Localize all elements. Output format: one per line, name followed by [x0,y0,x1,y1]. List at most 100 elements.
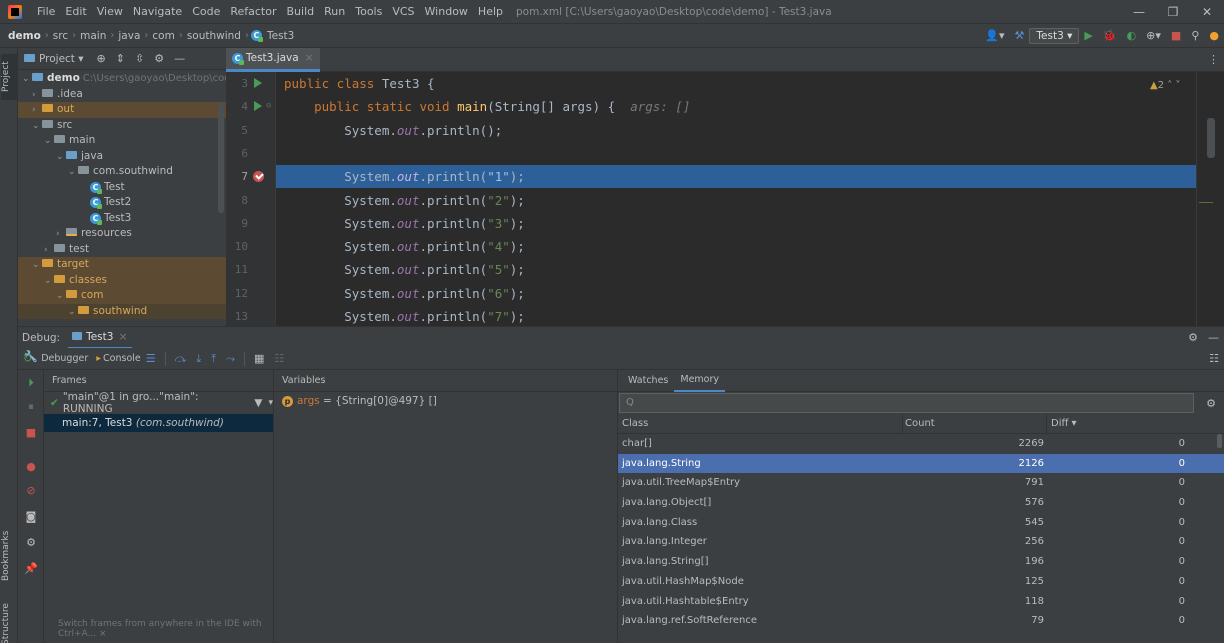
tree-item-out[interactable]: › out [18,102,226,118]
table-row[interactable]: java.lang.Class 545 0 [618,513,1224,533]
tree-item-demo[interactable]: ⌄ demo C:\Users\gaoyao\Desktop\cod [18,71,226,87]
menu-help[interactable]: Help [473,5,508,18]
tree-item-test-folder[interactable]: › test [18,242,226,258]
run-configuration-select[interactable]: Test3 ▾ [1029,27,1080,44]
project-side-tab[interactable]: Project [1,54,17,100]
table-row[interactable]: java.lang.Object[] 576 0 [618,493,1224,513]
menu-build[interactable]: Build [282,5,320,18]
warnings-indicator[interactable]: ▲2 ˄ ˅ [1150,80,1180,91]
table-row[interactable]: char[] 2269 0 [618,434,1224,454]
column-class[interactable]: Class [622,413,648,434]
menu-edit[interactable]: Edit [60,5,91,18]
tab-watches[interactable]: Watches [622,370,674,391]
tab-console[interactable]: ▸ Console [96,353,141,364]
editor-tab-test3[interactable]: C Test3.java × [226,47,320,72]
tab-debugger[interactable]: Debugger [41,353,88,364]
menu-navigate[interactable]: Navigate [128,5,187,18]
variable-row[interactable]: p args = {String[0]@497} [] [274,392,617,410]
gear-icon[interactable]: ⚙ [1183,331,1203,344]
tree-item-java[interactable]: ⌄ java [18,149,226,165]
tab-memory[interactable]: Memory [674,370,726,392]
profile-icon[interactable]: ⊕▾ [1141,29,1166,42]
menu-refactor[interactable]: Refactor [225,5,281,18]
structure-side-tab[interactable]: Structure [1,596,17,643]
tree-item-test2[interactable]: C Test2 [18,195,226,211]
camera-icon[interactable]: ◙ [24,510,38,523]
tree-item-resources[interactable]: › resources [18,226,226,242]
table-row[interactable]: java.util.Hashtable$Entry 118 0 [618,592,1224,612]
menu-view[interactable]: View [92,5,128,18]
run-to-cursor-icon[interactable]: ⤳ [221,352,240,366]
breadcrumb-southwind[interactable]: southwind [185,30,243,42]
view-breakpoints-icon[interactable]: ● [24,460,38,473]
layout-icon[interactable]: ☰ [141,352,161,365]
filter-icon[interactable]: ▼ [254,397,262,409]
table-row[interactable]: java.lang.ref.SoftReference 79 0 [618,611,1224,631]
settings-icon[interactable]: ⚙ [24,536,38,549]
tree-item-com-southwind[interactable]: ⌄ com.southwind [18,164,226,180]
chevron-down-icon[interactable]: ▾ [268,398,273,408]
close-tab-icon[interactable]: × [305,52,314,64]
tree-item-classes[interactable]: ⌄ classes [18,272,226,288]
hide-icon[interactable]: — [1203,331,1224,344]
breadcrumb-java[interactable]: java [116,30,142,42]
tree-item-com[interactable]: ⌄ com [18,288,226,304]
tree-item-southwind[interactable]: ⌄ southwind [18,303,226,319]
pin-icon[interactable]: 📌 [24,562,38,575]
debug-session-tab[interactable]: Test3 × [68,327,132,349]
run-gutter-icon[interactable] [254,78,262,88]
frame-row[interactable]: main:7, Test3 (com.southwind) [44,414,273,432]
table-row[interactable]: java.lang.Integer 256 0 [618,532,1224,552]
table-row[interactable]: java.lang.String 2126 0 [618,453,1224,474]
menu-window[interactable]: Window [420,5,473,18]
update-icon[interactable]: ● [1204,29,1224,42]
memory-scrollbar[interactable] [1217,434,1222,448]
column-diff[interactable]: Diff ▾ [1046,413,1077,434]
tree-item-test3[interactable]: C Test3 [18,211,226,227]
menu-run[interactable]: Run [319,5,350,18]
resume-icon[interactable]: ⏵ [24,376,38,390]
column-count[interactable]: Count [902,413,935,434]
collapse-all-icon[interactable]: ⇳ [130,52,149,65]
pause-icon[interactable]: ⏸ [24,400,38,414]
step-out-icon[interactable]: ⤒ [206,352,221,366]
editor-gutter[interactable]: 3 4 ⊖ 5 6 7 8 9 10 11 12 13 [226,72,276,326]
mute-breakpoints-icon[interactable]: ⊘ [24,484,38,497]
gear-icon[interactable]: ⚙ [149,52,169,65]
memory-settings-icon[interactable]: ⚙ [1206,397,1216,410]
project-view-select[interactable]: Project ▾ [39,53,84,65]
table-row[interactable]: java.util.TreeMap$Entry 791 0 [618,473,1224,493]
memory-search-input[interactable]: Q [619,393,1194,413]
minimize-icon[interactable]: — [1122,5,1156,19]
code-editor[interactable]: public class Test3 { public static void … [276,72,1196,326]
breadcrumb-com[interactable]: com [150,30,176,42]
coverage-icon[interactable]: ◐ [1122,29,1142,42]
step-into-icon[interactable]: ⤓ [191,352,206,366]
menu-vcs[interactable]: VCS [387,5,419,18]
stop-icon[interactable]: ■ [24,426,38,439]
tree-item-target[interactable]: ⌄ target [18,257,226,273]
breadcrumb-test3[interactable]: Test3 [265,30,296,42]
trace-icon[interactable]: ☷ [269,352,289,365]
table-row[interactable]: java.util.HashMap$Node 125 0 [618,572,1224,592]
breadcrumb-demo[interactable]: demo [6,30,43,42]
table-row[interactable]: java.lang.String[] 196 0 [618,552,1224,572]
user-icon[interactable]: 👤▾ [980,29,1009,42]
debug-icon[interactable]: 🐞 [1098,29,1122,42]
restore-icon[interactable]: ❐ [1156,5,1190,19]
tree-item-idea[interactable]: › .idea [18,87,226,103]
wrench-icon[interactable]: 🔧 [24,350,38,363]
more-icon[interactable]: ⋮ [1203,53,1224,66]
editor-scrollbar[interactable] [1196,72,1224,326]
restore-layout-icon[interactable]: ☷ [1204,352,1224,365]
tree-item-src[interactable]: ⌄ src [18,118,226,134]
menu-tools[interactable]: Tools [350,5,387,18]
run-icon[interactable]: ▶ [1079,29,1097,42]
hide-icon[interactable]: — [169,52,190,65]
menu-code[interactable]: Code [187,5,225,18]
thread-select[interactable]: ✔ "main"@1 in gro..."main": RUNNING ▼ ▾ [44,391,273,415]
fold-icon[interactable]: ⊖ [266,95,271,118]
breakpoint-icon[interactable] [253,171,264,183]
project-scrollbar[interactable] [218,103,224,213]
stop-icon[interactable]: ■ [1166,29,1186,42]
